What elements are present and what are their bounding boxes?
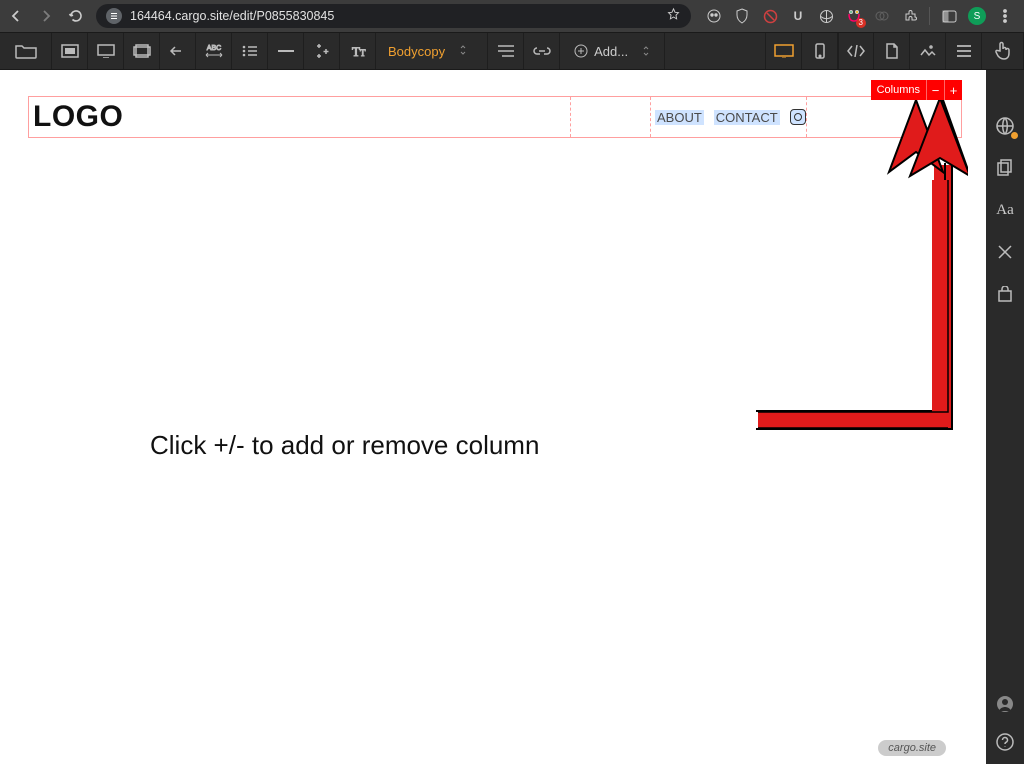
account-icon[interactable] xyxy=(993,692,1017,716)
code-view-icon[interactable] xyxy=(838,33,874,69)
right-rail: Aa xyxy=(986,70,1024,764)
commerce-icon[interactable] xyxy=(993,282,1017,306)
link-icon[interactable] xyxy=(524,33,560,69)
sparkle-icon[interactable] xyxy=(304,33,340,69)
browser-chrome-bar: 164464.cargo.site/edit/P0855830845 U S xyxy=(0,0,1024,32)
extension-icon-5[interactable] xyxy=(817,7,835,25)
nav-link-contact[interactable]: CONTACT xyxy=(714,110,780,125)
layout-tool-3-icon[interactable] xyxy=(124,33,160,69)
column-2[interactable] xyxy=(571,97,651,137)
panel-toggle-icon[interactable] xyxy=(940,7,958,25)
help-icon[interactable] xyxy=(993,730,1017,754)
layout-tool-1-icon[interactable] xyxy=(52,33,88,69)
desktop-view-icon[interactable] xyxy=(766,33,802,69)
bodycopy-dropdown[interactable]: Bodycopy xyxy=(376,33,488,69)
column-row[interactable]: LOGO ABOUT CONTACT xyxy=(28,96,962,138)
columns-remove-button[interactable]: − xyxy=(926,80,944,100)
columns-control: Columns − + xyxy=(871,80,962,100)
columns-add-button[interactable]: + xyxy=(944,80,962,100)
annotation-instruction-text: Click +/- to add or remove column xyxy=(150,430,539,461)
editor-toolbar: ABC TT Bodycopy Add... xyxy=(0,32,1024,70)
chrome-menu-icon[interactable] xyxy=(996,7,1014,25)
mobile-view-icon[interactable] xyxy=(802,33,838,69)
align-icon[interactable] xyxy=(488,33,524,69)
design-tools-icon[interactable] xyxy=(993,240,1017,264)
divider xyxy=(929,7,930,25)
text-style-icon[interactable]: TT xyxy=(340,33,376,69)
bookmark-star-icon[interactable] xyxy=(666,7,681,25)
profile-avatar[interactable]: S xyxy=(968,7,986,25)
hamburger-menu-icon[interactable] xyxy=(946,33,982,69)
image-icon[interactable] xyxy=(910,33,946,69)
layout-tool-2-icon[interactable] xyxy=(88,33,124,69)
editor-canvas[interactable]: Columns − + LOGO ABOUT CONTACT Click +/-… xyxy=(0,70,986,764)
nav-link-about[interactable]: ABOUT xyxy=(655,110,704,125)
column-4[interactable] xyxy=(807,97,961,137)
cargo-site-badge[interactable]: cargo.site xyxy=(878,740,946,756)
logo-text[interactable]: LOGO xyxy=(33,100,123,134)
instagram-icon[interactable] xyxy=(790,109,806,125)
folder-icon[interactable] xyxy=(0,33,52,69)
copy-pages-icon[interactable] xyxy=(993,156,1017,180)
page-icon[interactable] xyxy=(874,33,910,69)
undo-icon[interactable] xyxy=(160,33,196,69)
add-button[interactable]: Add... xyxy=(560,33,665,69)
column-1[interactable]: LOGO xyxy=(29,97,571,137)
typography-icon[interactable]: Aa xyxy=(993,198,1017,222)
svg-text:T: T xyxy=(360,48,366,58)
site-settings-icon[interactable] xyxy=(106,8,122,24)
pointer-hand-icon[interactable] xyxy=(982,33,1024,69)
svg-text:T: T xyxy=(352,44,360,59)
extensions-puzzle-icon[interactable] xyxy=(901,7,919,25)
back-button[interactable] xyxy=(6,6,26,26)
url-bar[interactable]: 164464.cargo.site/edit/P0855830845 xyxy=(96,4,691,28)
reload-button[interactable] xyxy=(66,6,86,26)
annotation-arrow-overlay xyxy=(728,90,968,440)
annotation-arrow xyxy=(728,90,968,440)
extension-icon-6[interactable] xyxy=(845,7,863,25)
horizontal-rule-icon[interactable] xyxy=(268,33,304,69)
extension-icon-7[interactable] xyxy=(873,7,891,25)
url-text: 164464.cargo.site/edit/P0855830845 xyxy=(130,9,334,23)
extension-icon-1[interactable] xyxy=(705,7,723,25)
extension-icon-3[interactable] xyxy=(761,7,779,25)
columns-label[interactable]: Columns xyxy=(871,80,926,100)
svg-text:ABC: ABC xyxy=(206,45,220,52)
bullet-list-icon[interactable] xyxy=(232,33,268,69)
extension-icons: U S xyxy=(701,7,1018,25)
column-3[interactable]: ABOUT CONTACT xyxy=(651,97,807,137)
globe-icon[interactable] xyxy=(993,114,1017,138)
extension-icon-4[interactable]: U xyxy=(789,7,807,25)
abc-width-icon[interactable]: ABC xyxy=(196,33,232,69)
chevron-updown-icon xyxy=(459,44,467,59)
extension-icon-2[interactable] xyxy=(733,7,751,25)
forward-button[interactable] xyxy=(36,6,56,26)
